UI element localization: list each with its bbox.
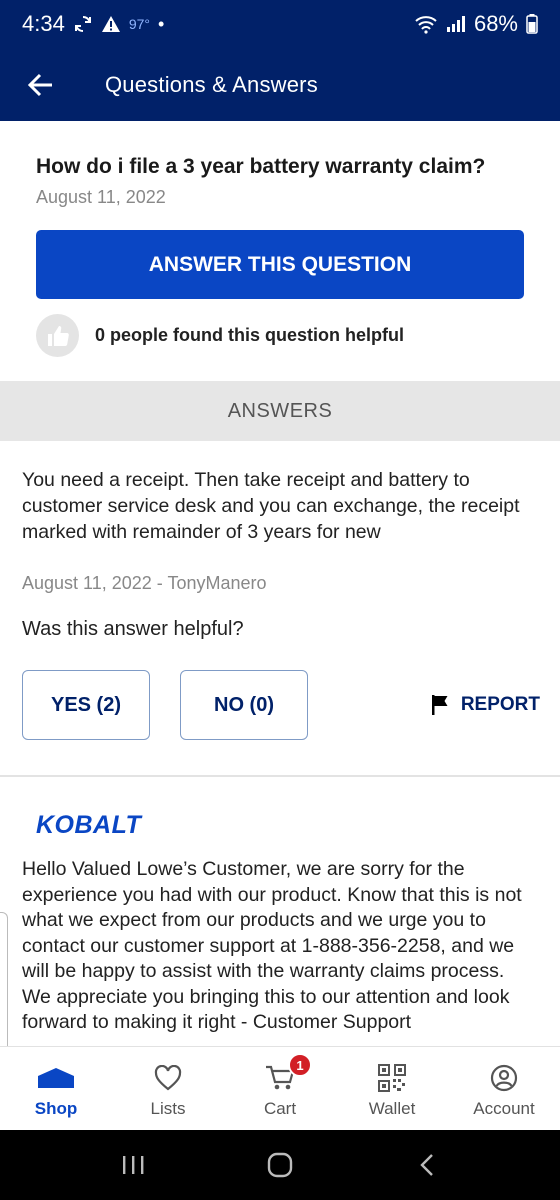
bottom-nav: Shop Lists 1 Cart Wallet Account — [0, 1046, 560, 1130]
answer-question-button[interactable]: ANSWER THIS QUESTION — [36, 230, 524, 299]
nav-item-wallet[interactable]: Wallet — [336, 1047, 448, 1130]
status-bar: 4:34 97° • 68% — [0, 0, 560, 48]
home-circle-icon — [267, 1152, 293, 1178]
nav-item-lists[interactable]: Lists — [112, 1047, 224, 1130]
qr-code-icon — [378, 1063, 406, 1093]
report-label: REPORT — [460, 694, 540, 715]
wifi-icon — [414, 14, 438, 34]
account-icon — [490, 1063, 518, 1093]
signal-icon — [446, 15, 466, 33]
question-section: How do i file a 3 year battery warranty … — [36, 153, 526, 208]
nav-label-cart: Cart — [263, 1099, 297, 1118]
question-helpful-text: 0 people found this question helpful — [95, 325, 404, 345]
app-header: Questions & Answers — [0, 48, 560, 121]
nav-label-lists: Lists — [150, 1099, 186, 1118]
warning-icon — [101, 15, 121, 33]
flag-icon — [431, 695, 448, 715]
heart-icon — [154, 1063, 182, 1093]
vote-yes-button[interactable]: YES (2) — [22, 670, 150, 740]
answer-helpful-prompt: Was this answer helpful? — [22, 618, 244, 640]
answer-item: Hello Valued Lowe’s Customer, we are sor… — [22, 857, 537, 1044]
recent-apps-button[interactable] — [103, 1140, 163, 1190]
back-button[interactable] — [0, 48, 82, 121]
question-title: How do i file a 3 year battery warranty … — [36, 155, 486, 178]
thumbs-up-icon — [47, 325, 69, 346]
sync-icon — [73, 14, 93, 34]
nav-item-account[interactable]: Account — [448, 1047, 560, 1130]
thumbs-up-button[interactable] — [36, 314, 79, 357]
status-right: 68% — [414, 11, 538, 37]
nav-item-shop[interactable]: Shop — [0, 1047, 112, 1130]
battery-icon — [526, 14, 538, 34]
answer-meta: August 11, 2022 - TonyManero — [22, 573, 267, 593]
answer-divider — [0, 775, 560, 777]
status-time: 4:34 — [22, 11, 65, 36]
arrow-left-icon — [28, 73, 52, 96]
home-button[interactable] — [250, 1140, 310, 1190]
back-system-button[interactable] — [397, 1140, 457, 1190]
page-title: Questions & Answers — [105, 71, 318, 97]
answer-text: Hello Valued Lowe’s Customer, we are sor… — [22, 858, 522, 1033]
answer-text: You need a receipt. Then take receipt an… — [22, 469, 520, 543]
vote-row: YES (2) NO (0) REPORT — [22, 670, 540, 740]
temperature-text: 97° — [128, 16, 150, 32]
notification-dot: • — [158, 13, 165, 34]
side-edge-handle[interactable] — [0, 912, 8, 1052]
brand-logo-text: KOBALT — [36, 811, 144, 838]
answer-item: You need a receipt. Then take receipt an… — [22, 467, 537, 641]
nav-label-account: Account — [473, 1099, 535, 1118]
nav-label-wallet: Wallet — [368, 1099, 416, 1118]
chevron-left-icon — [419, 1154, 433, 1176]
answers-heading: ANSWERS — [0, 381, 560, 441]
question-helpful-row: 0 people found this question helpful — [36, 314, 404, 357]
vote-no-button[interactable]: NO (0) — [180, 670, 308, 740]
question-date: August 11, 2022 — [36, 187, 166, 207]
nav-item-cart[interactable]: 1 Cart — [224, 1047, 336, 1130]
home-icon — [36, 1063, 76, 1093]
kobalt-logo: KOBALT — [36, 810, 152, 843]
cart-badge: 1 — [288, 1053, 312, 1077]
report-button[interactable]: REPORT — [431, 670, 540, 740]
system-nav-bar — [0, 1130, 560, 1200]
status-left: 4:34 97° • — [22, 11, 164, 37]
recent-apps-icon — [123, 1156, 144, 1174]
battery-text: 68% — [473, 11, 518, 36]
nav-label-shop: Shop — [34, 1099, 78, 1118]
